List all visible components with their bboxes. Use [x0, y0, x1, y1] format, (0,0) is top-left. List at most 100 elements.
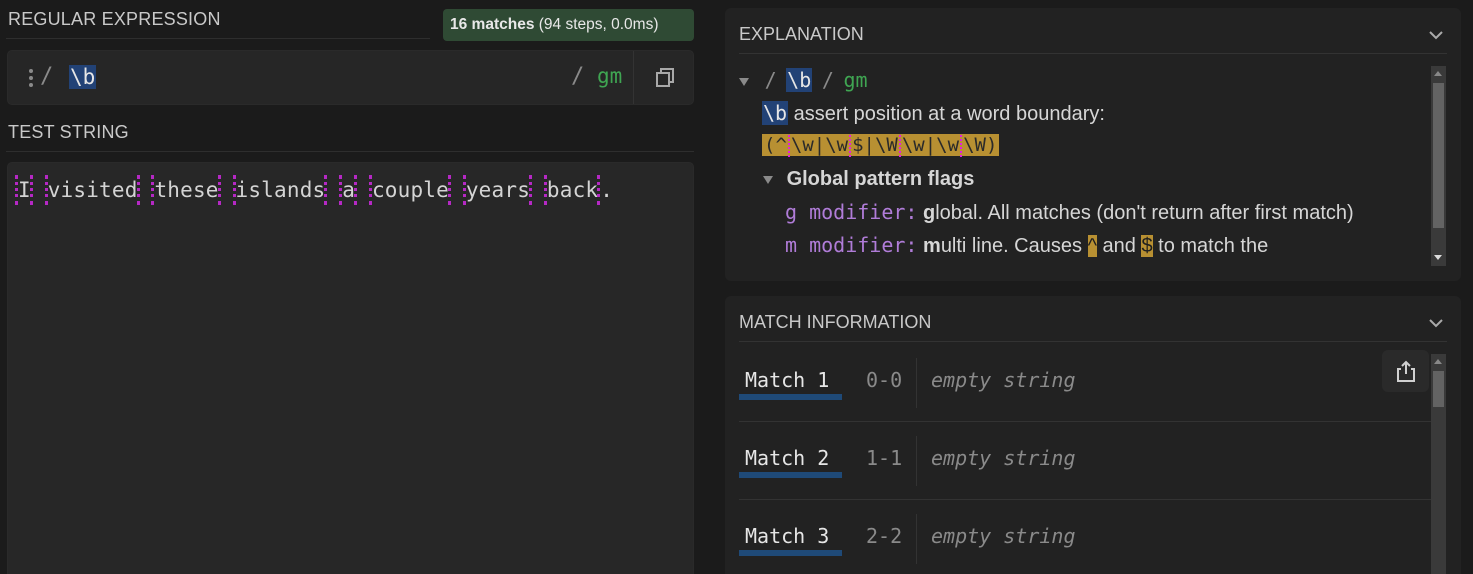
explanation-root-node[interactable]: / \b / gm	[739, 68, 868, 93]
m-description-b: to match the	[1158, 235, 1269, 257]
m-and: and	[1102, 235, 1136, 257]
test-trailing-punctuation: .	[600, 178, 614, 202]
flags-heading-node[interactable]: Global pattern flags	[763, 168, 974, 191]
test-word: visited	[47, 178, 138, 202]
scroll-up-icon[interactable]	[1434, 71, 1442, 76]
drag-handle-icon[interactable]	[28, 69, 34, 87]
scroll-up-icon[interactable]	[1434, 359, 1442, 364]
match-info-scrollbar[interactable]	[1431, 354, 1446, 574]
match-range: 2-2	[866, 524, 903, 548]
copy-regex-button[interactable]	[633, 51, 695, 104]
match-count: 16 matches	[450, 16, 535, 33]
equivalent-expression: (^ \w|\w $|\W \w|\w \W)	[762, 134, 1000, 157]
test-string-title: TEST STRING	[8, 122, 129, 142]
word-boundary-marker	[339, 175, 343, 205]
collapse-explanation-chevron-icon[interactable]	[1429, 28, 1443, 42]
regex-section-title: REGULAR EXPRESSION	[8, 9, 221, 29]
match-row[interactable]: Match 3 2-2 empty string	[739, 500, 1431, 574]
word-boundary-marker	[232, 175, 236, 205]
word-boundary-marker	[462, 175, 466, 205]
share-export-icon	[1396, 360, 1415, 382]
test-string-text[interactable]: I visited these islands a couple years b…	[15, 175, 614, 205]
root-flags: gm	[843, 68, 868, 92]
explanation-scroll-thumb[interactable]	[1433, 83, 1444, 228]
word-boundary-marker	[15, 175, 18, 205]
match-label[interactable]: Match 1	[739, 366, 842, 400]
test-word: these	[154, 178, 219, 202]
match-value: empty string	[931, 524, 1076, 548]
explanation-divider	[739, 53, 1447, 54]
g-lead: g	[923, 202, 936, 224]
alternation-separator	[960, 134, 963, 157]
flag-m-item: m modifier: multi line. Causes ^ and $ t…	[785, 233, 1268, 258]
word-boundary-marker	[29, 175, 33, 205]
m-description-a: ulti line. Causes	[940, 235, 1082, 257]
match-count-badge: 16 matches (94 steps, 0.0ms)	[443, 9, 694, 41]
expand-flags-triangle-icon[interactable]	[763, 175, 773, 184]
match-info-title: MATCH INFORMATION	[739, 312, 932, 332]
flag-g-item: g modifier: global. All matches (don't r…	[785, 200, 1354, 225]
m-lead: m	[923, 235, 941, 257]
expand-triangle-icon[interactable]	[739, 77, 749, 86]
alternation-separator	[898, 134, 901, 157]
word-boundary-marker	[217, 175, 221, 205]
match-value: empty string	[931, 446, 1076, 470]
explanation-title: EXPLANATION	[739, 24, 864, 44]
m-modifier-label: m modifier:	[785, 233, 918, 257]
root-pattern: \b	[786, 68, 813, 92]
match-info-scroll-thumb[interactable]	[1433, 371, 1444, 407]
alternation-separator	[787, 134, 790, 157]
match-divider	[916, 436, 917, 486]
token-description: assert position at a word boundary:	[793, 103, 1105, 125]
match-information-panel: MATCH INFORMATION Match 1 0-0 empty stri…	[725, 296, 1461, 574]
word-boundary-marker	[368, 175, 372, 205]
scroll-down-icon[interactable]	[1434, 255, 1442, 260]
regex-title-divider	[6, 38, 430, 39]
equivalent-part: (^	[764, 134, 787, 156]
match-label[interactable]: Match 2	[739, 444, 842, 478]
word-boundary-marker	[597, 175, 601, 205]
match-label[interactable]: Match 3	[739, 522, 842, 556]
match-range: 0-0	[866, 368, 903, 392]
g-modifier-label: g modifier:	[785, 200, 918, 224]
root-open-delimiter: /	[764, 68, 777, 92]
test-word: years	[465, 178, 531, 202]
test-word: couple	[371, 178, 449, 202]
test-word: islands	[235, 178, 326, 202]
test-title-divider	[6, 151, 694, 152]
test-string-input[interactable]: I visited these islands a couple years b…	[7, 162, 694, 574]
dollar-token: $	[1141, 235, 1153, 257]
match-info-divider	[739, 341, 1447, 342]
regex-flags[interactable]: gm	[597, 64, 622, 88]
root-close-delimiter: /	[821, 68, 834, 92]
token-name: \b	[762, 101, 789, 125]
match-divider	[916, 514, 917, 564]
flags-heading: Global pattern flags	[786, 168, 975, 190]
export-matches-button[interactable]	[1382, 350, 1429, 392]
g-description: lobal. All matches (don't return after f…	[935, 202, 1354, 224]
match-value: empty string	[931, 368, 1076, 392]
alternation-separator	[849, 134, 852, 157]
test-word: back	[546, 178, 599, 202]
regex-close-delimiter: /	[571, 64, 585, 89]
caret-token: ^	[1087, 235, 1097, 257]
word-boundary-marker	[44, 175, 48, 205]
word-boundary-marker	[543, 175, 547, 205]
explanation-scrollbar[interactable]	[1431, 66, 1446, 266]
regex-open-delimiter: /	[40, 64, 54, 89]
collapse-match-info-chevron-icon[interactable]	[1429, 316, 1443, 330]
word-boundary-marker	[529, 175, 533, 205]
match-row[interactable]: Match 1 0-0 empty string	[739, 344, 1431, 422]
equivalent-part: $|\W	[852, 134, 898, 156]
word-boundary-marker	[136, 175, 140, 205]
token-equivalent: (^ \w|\w $|\W \w|\w \W)	[762, 134, 1000, 157]
match-steps-detail: (94 steps, 0.0ms)	[538, 16, 659, 33]
word-boundary-marker	[354, 175, 358, 205]
match-divider	[916, 358, 917, 408]
regex-input-box[interactable]: / \b / gm	[7, 50, 694, 105]
equivalent-part: \w|\w	[901, 134, 960, 156]
regex-pattern-input[interactable]: \b	[69, 63, 97, 91]
explanation-panel: EXPLANATION / \b / gm \b assert position…	[725, 8, 1461, 281]
match-row[interactable]: Match 2 1-1 empty string	[739, 422, 1431, 500]
copy-icon	[655, 67, 674, 87]
